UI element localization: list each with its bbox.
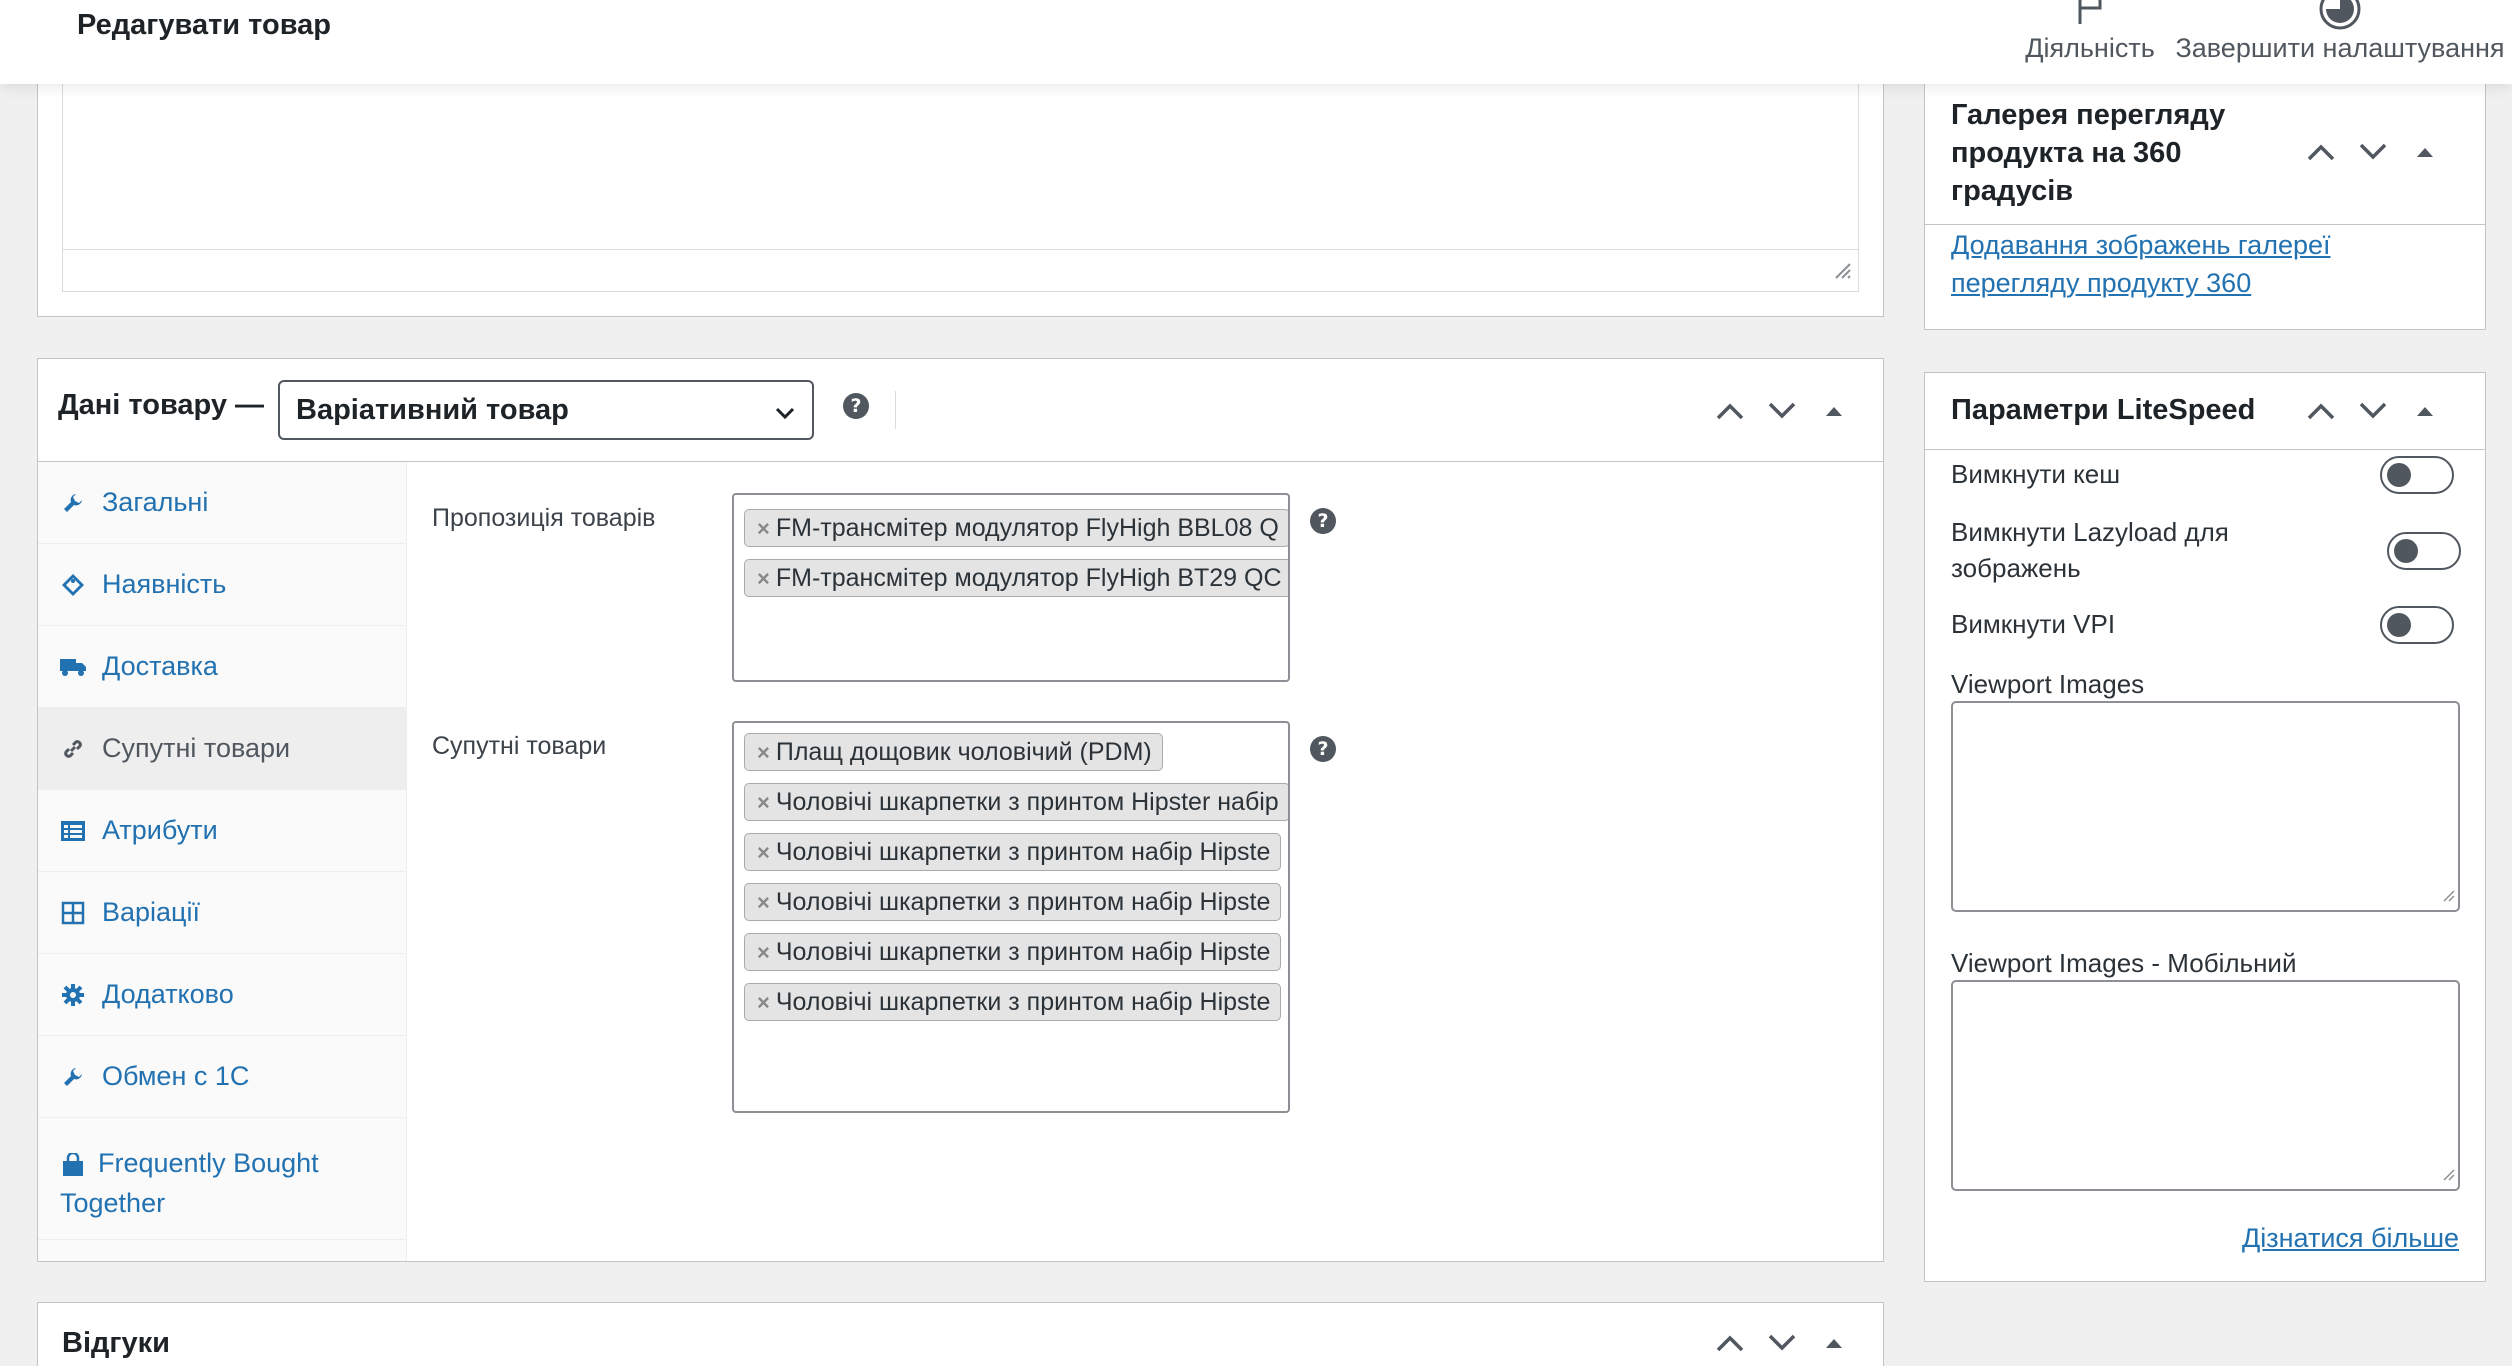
viewport-images-label: Viewport Images [1951,669,2145,699]
list-icon [60,820,86,841]
gallery-360-title: Галерея перегляду продукта на 360 градус… [1951,99,2226,207]
learn-more-link[interactable]: Дізнатися більше [2242,1219,2459,1257]
tab-inventory[interactable]: Наявність [38,544,406,626]
help-icon[interactable]: ? [843,393,869,419]
description-panel [37,84,1884,317]
panel-controls [2295,385,2451,437]
cross-sell-chip[interactable]: × Чоловічі шкарпетки з принтом набір Hips… [744,833,1282,871]
description-editor[interactable] [62,84,1859,292]
upsells-select[interactable]: × FM-трансмітер модулятор FlyHigh BBL08 Q… [732,493,1290,682]
finish-setup-button[interactable]: Завершити налаштування [2170,0,2510,84]
tab-variations[interactable]: Варіації [38,872,406,954]
litespeed-title: Параметри LiteSpeed [1951,394,2256,426]
product-type-select[interactable]: Варіативний товар [278,380,814,440]
remove-icon[interactable]: × [757,790,770,815]
activity-label: Діяльність [2025,33,2155,63]
cross-sells-select[interactable]: × Плащ дощовик чоловічий (PDM) × Чоловічі … [732,721,1290,1113]
gear-icon [60,983,86,1007]
collapse-icon[interactable] [2399,385,2451,437]
remove-icon[interactable]: × [757,940,770,965]
move-down-icon[interactable] [1756,1317,1808,1366]
litespeed-header: Параметри LiteSpeed [1925,373,2485,450]
tab-linked-products[interactable]: Супутні товари [38,708,406,790]
move-down-icon[interactable] [2347,126,2399,178]
tab-frequently-bought-together[interactable]: Frequently Bought Together [38,1118,406,1240]
reviews-panel: Відгуки [37,1302,1884,1366]
divider [1925,224,2485,225]
upsells-label: Пропозиція товарів [432,504,656,532]
tab-shipping[interactable]: Доставка [38,626,406,708]
move-up-icon[interactable] [2295,385,2347,437]
activity-button[interactable]: Діяльність [1990,0,2190,84]
chevron-down-icon [772,400,798,434]
tag-icon [60,573,86,597]
viewport-images-mobile-label: Viewport Images - Мобільний [1951,948,2297,978]
remove-icon[interactable]: × [757,516,770,541]
disable-cache-toggle[interactable] [2380,456,2454,494]
move-down-icon[interactable] [2347,385,2399,437]
viewport-images-textarea[interactable] [1951,701,2460,912]
remove-icon[interactable]: × [757,990,770,1015]
panel-controls [1704,385,1860,437]
cross-sell-chip[interactable]: × Плащ дощовик чоловічий (PDM) [744,733,1163,771]
disable-cache-label: Вимкнути кеш [1951,459,2121,489]
move-up-icon[interactable] [2295,126,2347,178]
disable-lazyload-toggle[interactable] [2387,532,2461,570]
disable-lazyload-label: Вимкнути Lazyload для зображень [1951,517,2229,583]
page-title: Редагувати товар [77,9,331,41]
upsell-chip[interactable]: × FM-трансмітер модулятор FlyHigh BBL08 Q [744,509,1288,547]
truck-icon [60,657,86,677]
tab-exchange-1c[interactable]: Обмен с 1С [38,1036,406,1118]
upsell-chip[interactable]: × FM-трансмітер модулятор FlyHigh BT29 QC [744,559,1288,597]
wrench-icon [60,1066,86,1088]
collapse-icon[interactable] [1808,1317,1860,1366]
add-360-gallery-images-link[interactable]: Додавання зображень галереї перегляду пр… [1951,226,2331,302]
bag-icon [60,1152,86,1177]
panel-controls [2295,126,2451,178]
collapse-icon[interactable] [1808,385,1860,437]
resize-handle-icon[interactable] [1832,260,1852,285]
tab-general[interactable]: Загальні [38,462,406,544]
remove-icon[interactable]: × [757,890,770,915]
cross-sell-chip[interactable]: × Чоловічі шкарпетки з принтом набір Hips… [744,933,1282,971]
tab-attributes[interactable]: Атрибути [38,790,406,872]
disable-vpi-label: Вимкнути VPI [1951,609,2116,639]
cross-sell-chip[interactable]: × Чоловічі шкарпетки з принтом набір Hips… [744,983,1282,1021]
header-separator [895,391,896,429]
reviews-title: Відгуки [62,1327,170,1359]
gallery-360-panel: Галерея перегляду продукта на 360 градус… [1924,84,2486,330]
litespeed-panel: Параметри LiteSpeed Вимкнути кеш Вимкнут… [1924,372,2486,1282]
product-data-header: Дані товару — Варіативний товар ? [38,359,1883,462]
tab-advanced[interactable]: Додатково [38,954,406,1036]
cross-sells-label: Супутні товари [432,732,607,760]
product-type-value: Варіативний товар [296,393,569,426]
cross-sell-chip[interactable]: × Чоловічі шкарпетки з принтом набір Hips… [744,883,1282,921]
resize-handle-icon[interactable] [2441,888,2455,907]
move-up-icon[interactable] [1704,1317,1756,1366]
product-data-tabs: Загальні Наявність Доставка Супутні това… [38,462,407,1261]
flag-icon [2072,0,2108,33]
product-data-title: Дані товару — [58,389,265,421]
move-up-icon[interactable] [1704,385,1756,437]
remove-icon[interactable]: × [757,840,770,865]
disable-vpi-toggle[interactable] [2380,606,2454,644]
panel-controls [1704,1317,1860,1366]
resize-handle-icon[interactable] [2441,1167,2455,1186]
remove-icon[interactable]: × [757,566,770,591]
wrench-icon [60,492,86,514]
grid-icon [60,901,86,925]
product-data-panel: Дані товару — Варіативний товар ? Загаль… [37,358,1884,1262]
viewport-images-mobile-textarea[interactable] [1951,980,2460,1191]
link-icon [60,737,86,761]
cross-sell-chip[interactable]: × Чоловічі шкарпетки з принтом Hipster на… [744,783,1288,821]
remove-icon[interactable]: × [757,740,770,765]
top-bar: Редагувати товар Діяльність Завершити на… [0,0,2512,84]
move-down-icon[interactable] [1756,385,1808,437]
collapse-icon[interactable] [2399,126,2451,178]
editor-status-bar [63,249,1858,291]
progress-circle-icon [2317,0,2363,39]
help-icon[interactable]: ? [1310,736,1336,762]
help-icon[interactable]: ? [1310,508,1336,534]
